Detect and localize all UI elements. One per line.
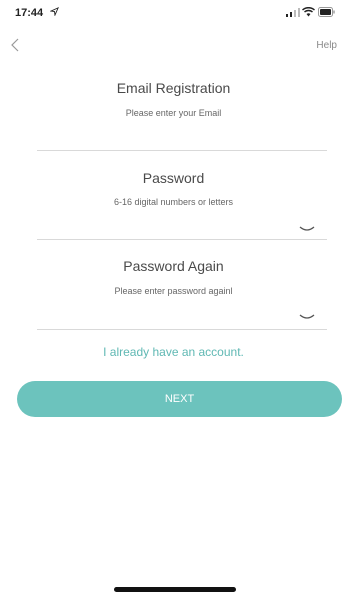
help-link[interactable]: Help xyxy=(316,40,337,51)
status-time: 17:44 xyxy=(15,7,44,19)
email-registration-title: Email Registration xyxy=(116,80,231,96)
next-button[interactable]: NEXT xyxy=(17,381,342,417)
email-hint: Please enter your Email xyxy=(125,108,222,118)
password-again-field-underline xyxy=(37,329,327,330)
battery-icon xyxy=(318,7,335,17)
location-arrow-icon xyxy=(50,7,59,16)
password-again-title: Password Again xyxy=(123,258,224,274)
already-have-account-link[interactable]: I already have an account. xyxy=(0,345,347,359)
password-field-underline xyxy=(37,239,327,240)
wifi-icon xyxy=(302,7,315,17)
eye-closed-icon[interactable] xyxy=(299,226,315,232)
cellular-signal-icon xyxy=(286,8,300,17)
status-bar: 17:44 xyxy=(0,0,347,24)
password-hint: 6-16 digital numbers or letters xyxy=(113,197,234,207)
password-field[interactable] xyxy=(37,215,296,237)
chevron-left-icon[interactable] xyxy=(8,36,24,54)
password-again-hint: Please enter password againl xyxy=(114,286,233,296)
email-field-underline xyxy=(37,150,327,151)
password-title: Password xyxy=(142,170,205,186)
home-indicator xyxy=(114,587,236,592)
eye-closed-icon[interactable] xyxy=(299,314,315,320)
password-again-field[interactable] xyxy=(37,304,296,326)
nav-bar: Help xyxy=(0,30,347,60)
email-field[interactable] xyxy=(37,126,331,148)
